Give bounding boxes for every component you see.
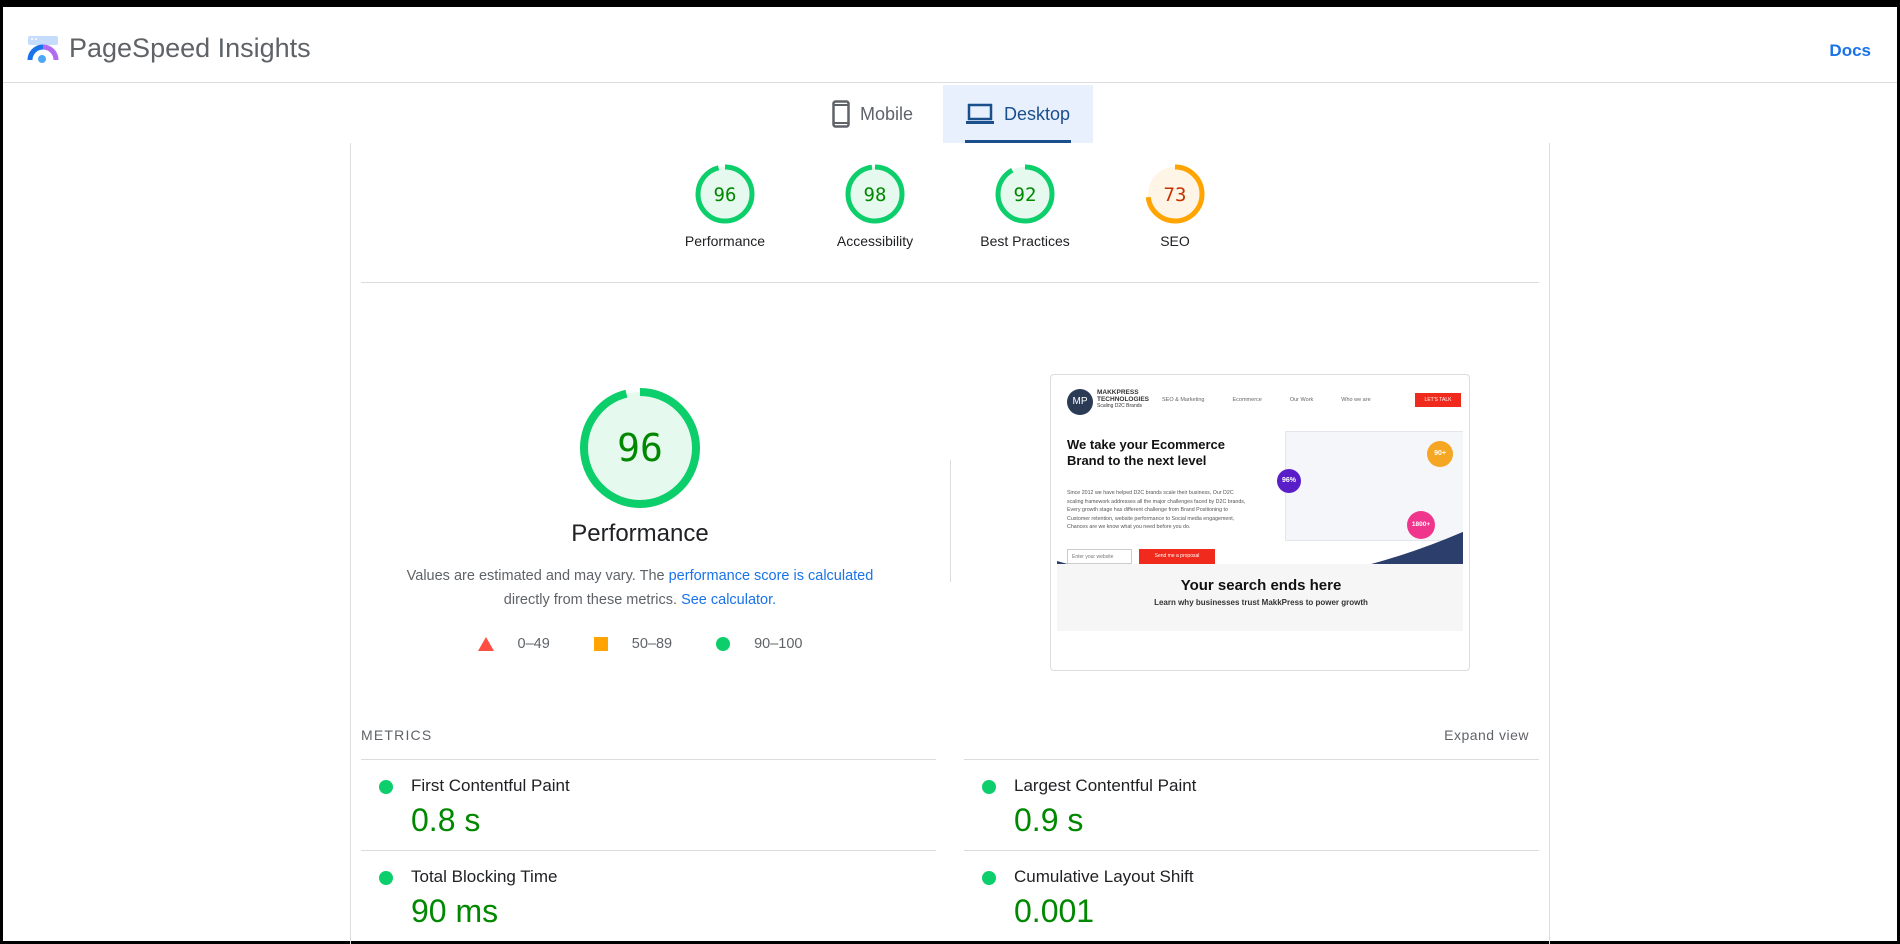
score-gauge: 73 — [1145, 164, 1205, 224]
site-nav-item: Our Work — [1289, 397, 1314, 403]
expand-view-button[interactable]: Expand view — [1444, 727, 1529, 743]
performance-description: Values are estimated and may vary. The p… — [390, 564, 890, 612]
site-nav-item: SEO & Marketing — [1162, 397, 1205, 403]
performance-title: Performance — [571, 520, 709, 547]
vertical-divider — [950, 460, 951, 582]
gauge-score: 96 — [714, 184, 737, 206]
score-calculated-link[interactable]: performance score is calculated — [669, 568, 874, 584]
gauge-score: 73 — [1164, 184, 1187, 206]
good-status-icon — [379, 780, 393, 794]
site-logo-icon: MP — [1067, 389, 1093, 415]
circle-icon — [716, 637, 731, 651]
score-gauge: 98 — [845, 164, 905, 224]
gauge-label: Performance — [684, 233, 766, 249]
square-icon — [593, 637, 608, 651]
final-screenshot[interactable]: MP MAKKPRESS TECHNOLOGIES Scaling D2C Br… — [1050, 374, 1470, 671]
score-gauge: 92 — [995, 164, 1055, 224]
site-body: Since 2012 we have helped D2C brands sca… — [1067, 490, 1246, 530]
app-title: PageSpeed Insights — [69, 33, 311, 63]
legend-label: 90–100 — [754, 636, 803, 652]
metric-name: First Contentful Paint — [411, 776, 570, 795]
site-logo-text: Scaling D2C Brands — [1097, 403, 1143, 409]
metric-name: Largest Contentful Paint — [1014, 776, 1197, 795]
tab-label: Desktop — [1003, 103, 1071, 124]
header: PageSpeed Insights Docs — [3, 7, 1897, 83]
metric-cls: Cumulative Layout Shift 0.001 — [964, 850, 1539, 941]
site-badge: 96% — [1277, 469, 1301, 493]
metric-name: Total Blocking Time — [411, 867, 558, 886]
pagespeed-logo-icon — [27, 36, 59, 63]
metric-value: 90 ms — [411, 893, 499, 929]
gauge-score: 98 — [864, 184, 887, 206]
site-headline: We take your Ecommerce Brand to the next… — [1067, 437, 1225, 468]
score-gauge: 96 — [695, 164, 755, 224]
metric-value: 0.9 s — [1014, 802, 1084, 838]
tab-mobile[interactable]: Mobile — [812, 85, 933, 143]
metric-value: 0.001 — [1014, 893, 1095, 929]
triangle-icon — [477, 637, 494, 651]
desc-text: directly from these metrics. — [503, 592, 682, 608]
performance-gauge: 96 — [580, 388, 700, 508]
site-section-title: Your search ends here — [1180, 577, 1342, 594]
site-nav-item: Who we are — [1341, 397, 1371, 403]
site-logo-text: TECHNOLOGIES — [1097, 396, 1150, 403]
legend-label: 0–49 — [517, 636, 550, 652]
metric-fcp: First Contentful Paint 0.8 s — [361, 759, 936, 850]
divider — [361, 282, 1539, 283]
gauge-score: 92 — [1014, 184, 1037, 206]
docs-link[interactable]: Docs — [1829, 41, 1871, 61]
metric-value: 0.8 s — [411, 802, 481, 838]
laptop-icon — [965, 103, 994, 124]
site-badge: 90+ — [1427, 441, 1453, 467]
good-status-icon — [379, 871, 393, 885]
phone-icon — [832, 100, 850, 128]
good-status-icon — [982, 871, 996, 885]
gauge-accessibility[interactable]: 98 Accessibility — [800, 163, 950, 249]
metric-tbt: Total Blocking Time 90 ms — [361, 850, 936, 941]
metric-lcp: Largest Contentful Paint 0.9 s — [964, 759, 1539, 850]
gauge-label: Accessibility — [836, 233, 914, 249]
tab-label: Mobile — [860, 103, 914, 124]
see-calculator-link[interactable]: See calculator. — [681, 592, 776, 608]
site-nav-item: Ecommerce — [1232, 397, 1262, 403]
tab-desktop[interactable]: Desktop — [943, 85, 1093, 143]
gauge-performance[interactable]: 96 Performance — [650, 163, 800, 249]
legend-label: 50–89 — [631, 636, 673, 652]
site-section-subtitle: Learn why businesses trust MakkPress to … — [1154, 598, 1368, 607]
performance-summary: 96 Performance Values are estimated and … — [390, 386, 890, 652]
gauge-label: Best Practices — [980, 233, 1070, 249]
desc-text: Values are estimated and may vary. The — [406, 568, 669, 584]
gauge-label: SEO — [1160, 233, 1190, 249]
gauge-seo[interactable]: 73 SEO — [1100, 163, 1250, 249]
metrics-heading: METRICS — [361, 727, 433, 743]
site-logo-text: MAKKPRESS — [1097, 389, 1139, 396]
gauge-best-practices[interactable]: 92 Best Practices — [950, 163, 1100, 249]
site-cta: LET'S TALK — [1415, 393, 1461, 407]
metric-name: Cumulative Layout Shift — [1014, 867, 1194, 886]
good-status-icon — [982, 780, 996, 794]
score-legend: 0–49 50–89 90–100 — [390, 636, 890, 652]
gauge-score: 96 — [617, 426, 663, 470]
